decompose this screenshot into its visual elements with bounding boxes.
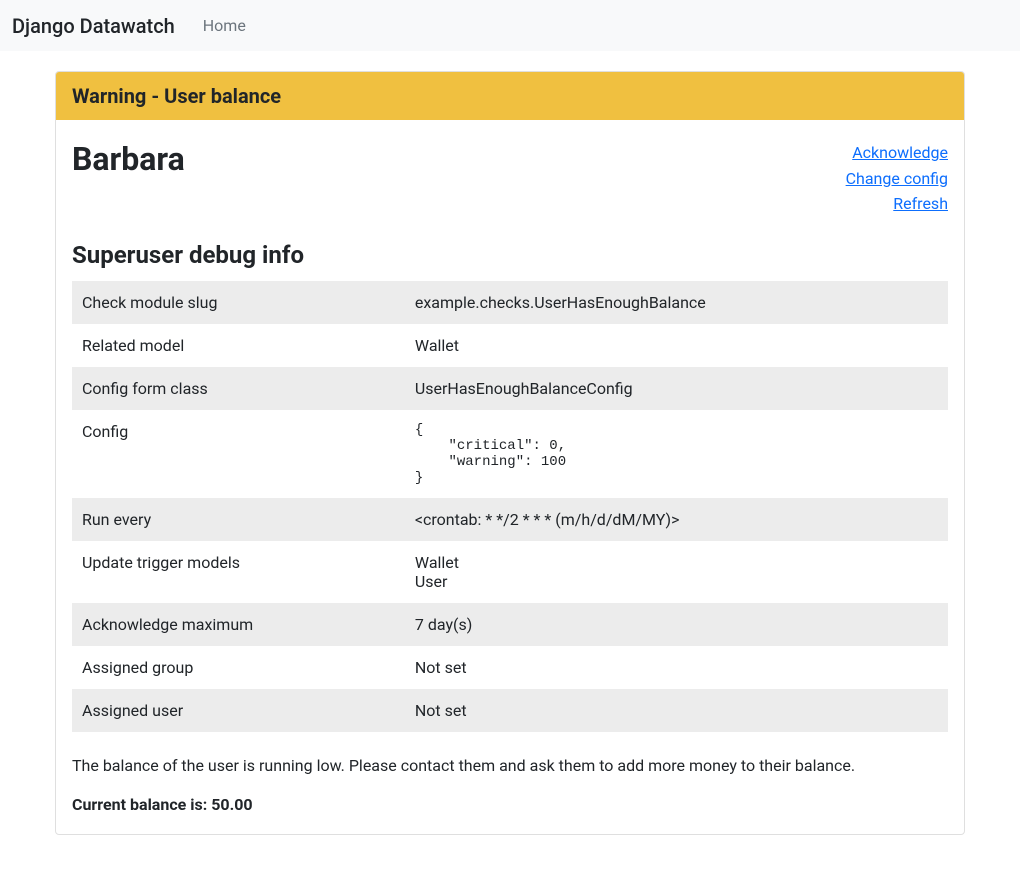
navbar: Django Datawatch Home [0,0,1020,51]
cell-label: Assigned user [72,689,405,732]
table-row: Assigned group Not set [72,646,948,689]
cell-value: 7 day(s) [405,603,948,646]
cell-label: Assigned group [72,646,405,689]
table-row: Config form class UserHasEnoughBalanceCo… [72,367,948,410]
brand-link[interactable]: Django Datawatch [12,9,175,43]
subject-title: Barbara [72,140,185,178]
cell-label: Config [72,410,405,498]
balance-text: Current balance is: 50.00 [72,795,948,814]
table-row: Check module slug example.checks.UserHas… [72,281,948,324]
cell-label: Check module slug [72,281,405,324]
acknowledge-link[interactable]: Acknowledge [846,140,948,166]
debug-table: Check module slug example.checks.UserHas… [72,281,948,732]
refresh-link[interactable]: Refresh [846,191,948,217]
result-card: Warning - User balance Barbara Acknowled… [55,71,965,835]
cell-value: UserHasEnoughBalanceConfig [405,367,948,410]
cell-label: Update trigger models [72,541,405,603]
cell-value: Not set [405,689,948,732]
debug-heading: Superuser debug info [72,241,948,269]
cell-value: Wallet [405,324,948,367]
cell-value: example.checks.UserHasEnoughBalance [405,281,948,324]
config-pre: { "critical": 0, "warning": 100 } [415,422,938,486]
cell-value: { "critical": 0, "warning": 100 } [405,410,948,498]
cell-value: <crontab: * */2 * * * (m/h/d/dM/MY)> [405,498,948,541]
cell-value: Wallet User [405,541,948,603]
card-body: Barbara Acknowledge Change config Refres… [56,120,964,834]
cell-label: Run every [72,498,405,541]
table-row: Config { "critical": 0, "warning": 100 } [72,410,948,498]
cell-value: Not set [405,646,948,689]
cell-label: Acknowledge maximum [72,603,405,646]
action-links: Acknowledge Change config Refresh [846,140,948,217]
table-row: Assigned user Not set [72,689,948,732]
nav-home-link[interactable]: Home [195,8,254,43]
table-row: Acknowledge maximum 7 day(s) [72,603,948,646]
table-row: Related model Wallet [72,324,948,367]
table-row: Run every <crontab: * */2 * * * (m/h/d/d… [72,498,948,541]
description-text: The balance of the user is running low. … [72,756,948,775]
change-config-link[interactable]: Change config [846,166,948,192]
cell-label: Related model [72,324,405,367]
table-row: Update trigger models Wallet User [72,541,948,603]
cell-label: Config form class [72,367,405,410]
card-header: Warning - User balance [56,72,964,120]
